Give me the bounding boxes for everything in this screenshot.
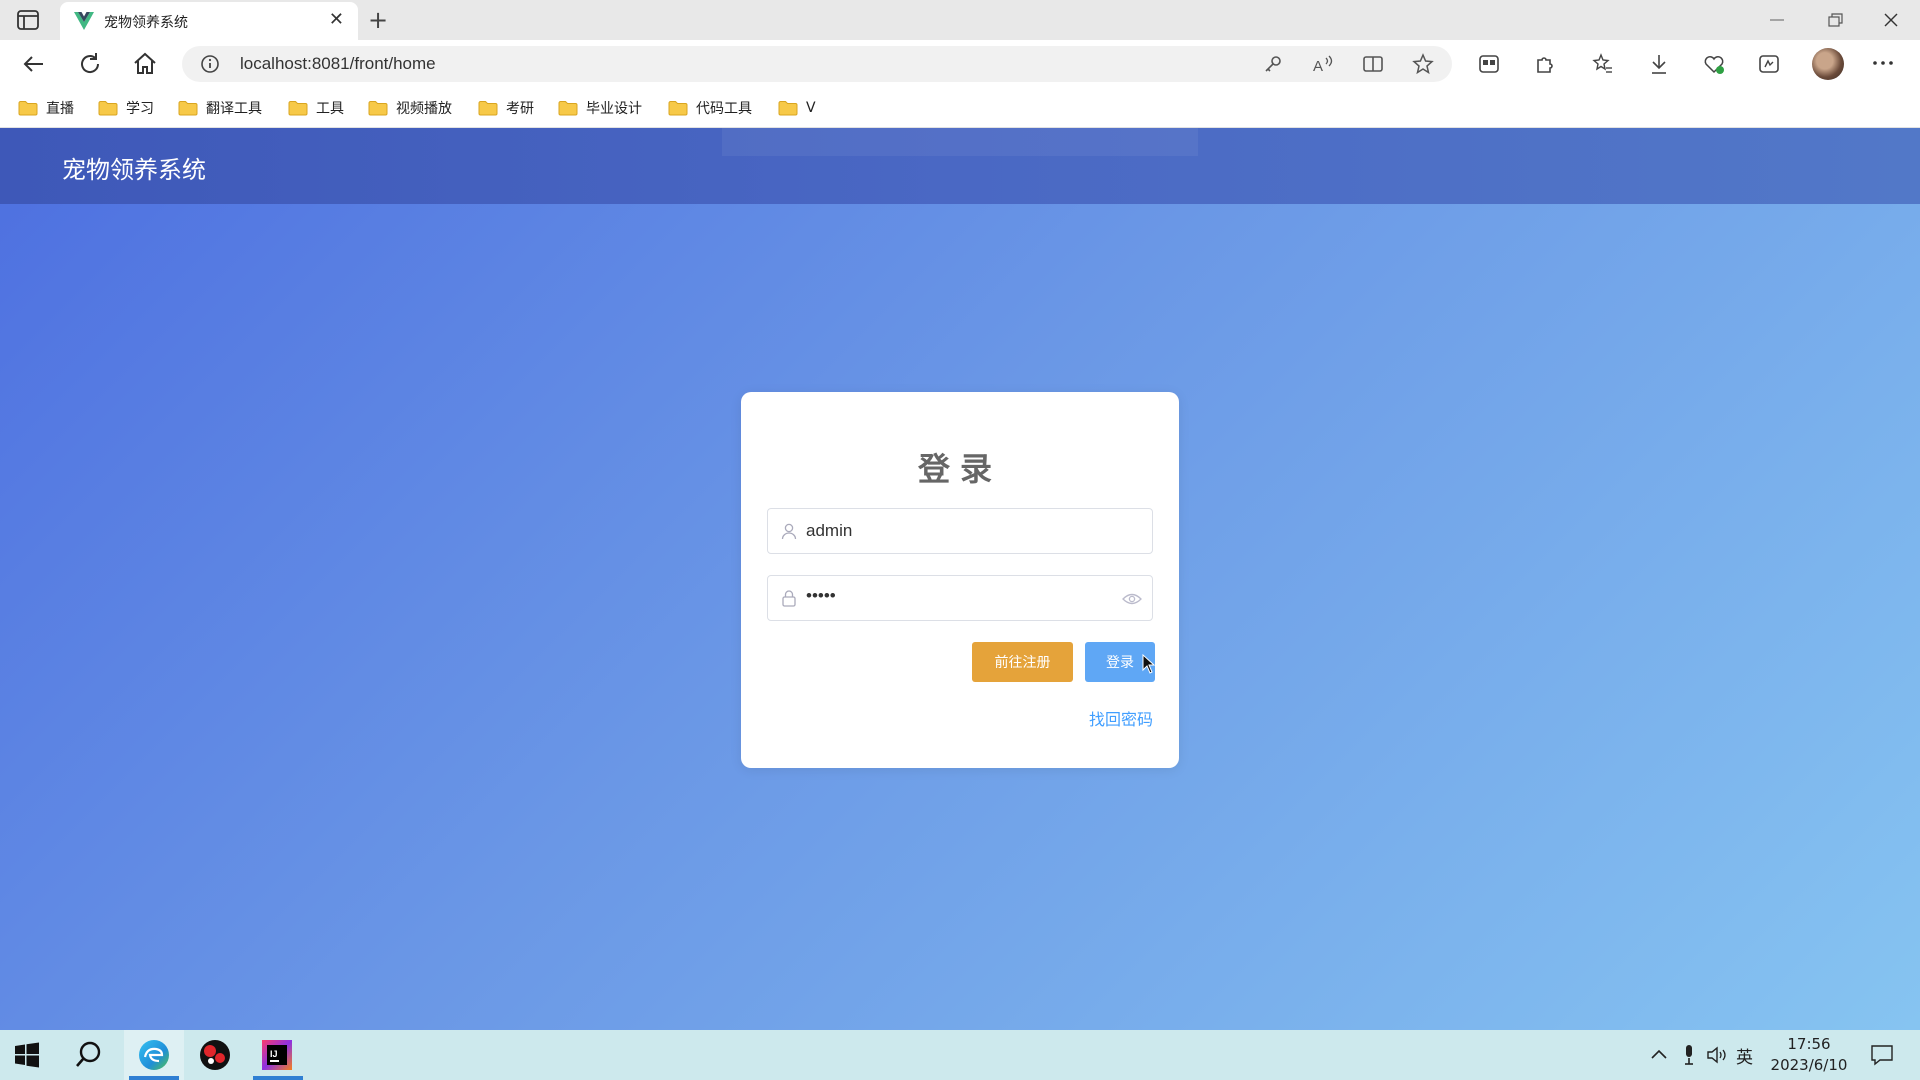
new-tab-button[interactable]: + (368, 6, 388, 34)
extensions-icon[interactable] (1533, 53, 1555, 75)
tab-actions-icon[interactable] (16, 9, 40, 31)
page-viewport: 宠物领养系统 登录 admin ••••• 前往注册 登录 找回密码 (0, 128, 1920, 1030)
mouse-cursor-icon (1142, 654, 1156, 674)
microphone-icon[interactable] (1682, 1044, 1696, 1066)
bookmarks-bar: 直播 学习 翻译工具 工具 视频播放 考研 毕业设计 代码工具 V (0, 88, 1920, 128)
bookmark-item[interactable]: 学习 (98, 96, 154, 120)
address-bar[interactable]: localhost:8081/front/home A (182, 46, 1452, 82)
svg-text:IJ: IJ (270, 1049, 278, 1059)
folder-icon (178, 101, 198, 116)
tab-title: 宠物领养系统 (104, 15, 188, 31)
show-password-eye-icon[interactable] (1122, 590, 1142, 608)
svg-text:A: A (1313, 58, 1323, 75)
bookmark-label: 代码工具 (696, 101, 752, 117)
browser-toolbar: localhost:8081/front/home A (0, 40, 1920, 88)
workspaces-icon[interactable] (1478, 53, 1500, 75)
read-aloud-icon[interactable]: A (1312, 53, 1334, 75)
password-field[interactable]: ••••• (767, 575, 1153, 621)
system-clock[interactable]: 17:56 2023/6/10 (1766, 1034, 1852, 1076)
password-key-icon[interactable] (1262, 53, 1284, 75)
favorites-icon[interactable] (1592, 53, 1614, 75)
password-value: ••••• (806, 586, 836, 605)
intellij-idea-icon[interactable]: IJ (260, 1038, 294, 1072)
folder-icon (18, 101, 38, 116)
bookmark-label: 考研 (506, 101, 534, 117)
folder-icon (368, 101, 388, 116)
bookmark-item[interactable]: 毕业设计 (558, 96, 642, 120)
lock-icon (782, 590, 796, 607)
windows-start-icon[interactable] (14, 1042, 40, 1068)
go-register-button[interactable]: 前往注册 (972, 642, 1073, 682)
site-header: 宠物领养系统 (0, 128, 1920, 204)
restore-icon[interactable] (1826, 12, 1844, 28)
home-icon[interactable] (131, 50, 159, 78)
login-form: 登录 admin ••••• 前往注册 登录 找回密码 (741, 392, 1179, 768)
screenshot-icon[interactable] (1758, 53, 1780, 75)
minimize-icon[interactable] (1768, 12, 1786, 28)
clock-date: 2023/6/10 (1770, 1056, 1848, 1074)
app-red-black-icon[interactable] (198, 1038, 232, 1072)
browser-tab-bar: 宠物领养系统 ✕ + (0, 0, 1920, 40)
notification-center-icon[interactable] (1870, 1044, 1894, 1066)
folder-icon (668, 101, 688, 116)
favorite-star-icon[interactable] (1412, 53, 1434, 75)
more-menu-icon[interactable] (1872, 58, 1894, 68)
bookmark-label: 视频播放 (396, 101, 452, 117)
profile-avatar[interactable] (1812, 48, 1844, 80)
tab-close-icon[interactable]: ✕ (329, 10, 344, 30)
header-nav-placeholder (722, 128, 1198, 156)
bookmark-item[interactable]: V (778, 96, 816, 120)
clock-time: 17:56 (1787, 1035, 1831, 1053)
bookmark-label: 学习 (126, 101, 154, 117)
vue-favicon-icon (74, 12, 94, 30)
bookmark-item[interactable]: 代码工具 (668, 96, 752, 120)
url-text[interactable]: localhost:8081/front/home (240, 54, 436, 74)
bookmark-item[interactable]: 工具 (288, 96, 344, 120)
folder-icon (288, 101, 308, 116)
downloads-icon[interactable] (1648, 53, 1670, 75)
folder-icon (98, 101, 118, 116)
ime-indicator[interactable]: 英 (1736, 1043, 1753, 1068)
bookmark-item[interactable]: 直播 (18, 96, 74, 120)
forgot-password-link[interactable]: 找回密码 (1089, 706, 1153, 730)
browser-tab-active[interactable]: 宠物领养系统 ✕ (60, 2, 358, 40)
username-value: admin (806, 521, 853, 540)
edge-browser-icon[interactable] (137, 1038, 171, 1072)
back-arrow-icon[interactable] (20, 50, 48, 78)
folder-icon (478, 101, 498, 116)
bookmark-label: 毕业设计 (586, 101, 642, 117)
windows-taskbar: IJ 英 17:56 2023/6/10 (0, 1030, 1920, 1080)
user-icon (781, 523, 797, 540)
site-info-icon[interactable] (200, 54, 220, 74)
edge-running-indicator (129, 1076, 179, 1080)
bookmark-label: 工具 (316, 101, 344, 117)
bookmark-item[interactable]: 考研 (478, 96, 534, 120)
reload-icon[interactable] (76, 50, 104, 78)
reader-view-icon[interactable] (1362, 53, 1384, 75)
show-hidden-icons-chevron-icon[interactable] (1650, 1048, 1668, 1060)
window-close-icon[interactable] (1882, 11, 1900, 29)
bookmark-label: V (806, 100, 816, 116)
idea-running-indicator (253, 1076, 303, 1080)
bookmark-item[interactable]: 视频播放 (368, 96, 452, 120)
bookmark-label: 翻译工具 (206, 101, 262, 117)
browser-essentials-icon[interactable] (1703, 53, 1725, 75)
username-field[interactable]: admin (767, 508, 1153, 554)
bookmark-item[interactable]: 翻译工具 (178, 96, 262, 120)
site-title: 宠物领养系统 (62, 156, 206, 184)
search-icon[interactable] (74, 1040, 104, 1070)
bookmark-label: 直播 (46, 101, 74, 117)
folder-icon (778, 101, 798, 116)
folder-icon (558, 101, 578, 116)
volume-icon[interactable] (1706, 1044, 1728, 1066)
login-title: 登录 (917, 450, 1002, 488)
